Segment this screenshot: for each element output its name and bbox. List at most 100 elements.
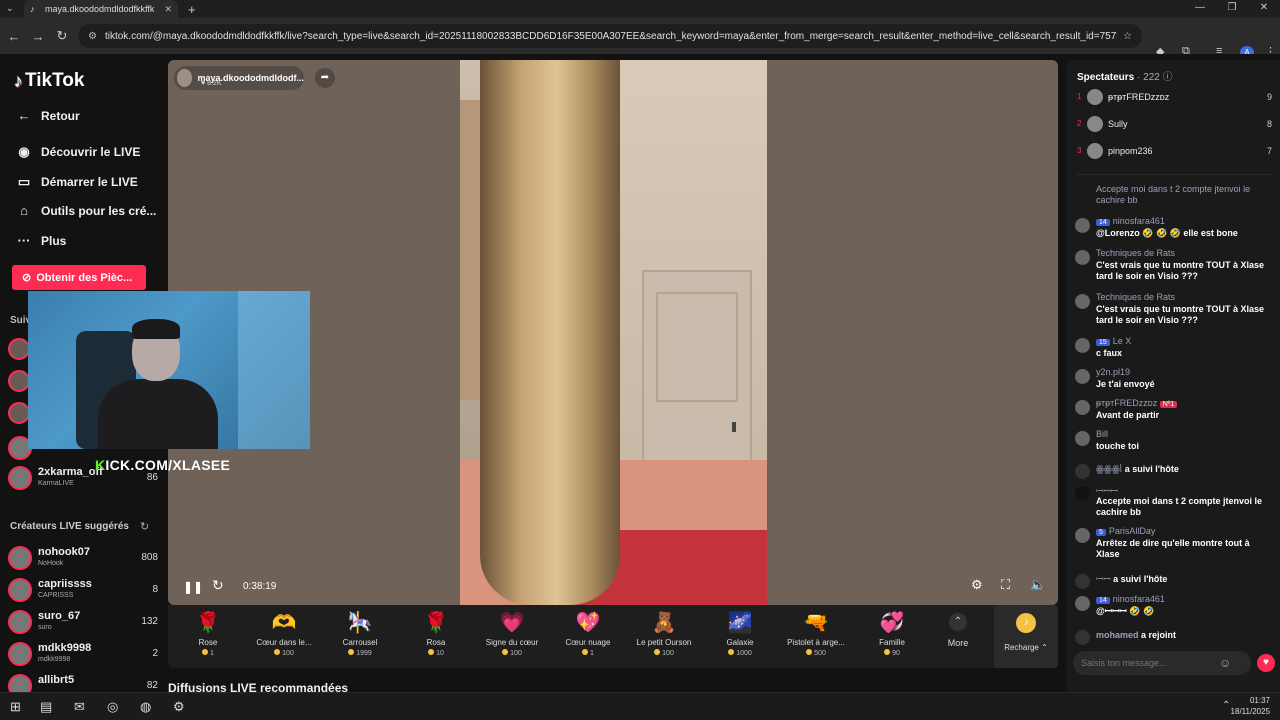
gift-name: Famille xyxy=(879,638,905,647)
rank-badge: Nº1 xyxy=(1159,401,1178,408)
following-avatar[interactable] xyxy=(8,370,30,392)
avatar[interactable] xyxy=(1075,528,1090,543)
avatar xyxy=(8,466,32,490)
coin-icon xyxy=(728,649,735,655)
camera-icon: ▭ xyxy=(17,174,31,189)
gift-item[interactable]: 🌹 Rose 1 xyxy=(170,611,246,657)
gift-item[interactable]: 💗 Signe du cœur 100 xyxy=(474,611,550,657)
outlook-icon[interactable]: ✉ xyxy=(74,699,85,715)
back-link[interactable]: ← Retour xyxy=(14,108,80,123)
gift-item[interactable]: 🎠 Carrousel 1999 xyxy=(322,611,398,657)
gift-name: Pistolet à arge... xyxy=(787,638,845,647)
info-icon[interactable]: ⓘ xyxy=(1163,72,1173,83)
username[interactable]: Techniques de Rats xyxy=(1096,292,1175,302)
nav-more[interactable]: ··· Plus xyxy=(14,233,67,248)
recharge-button[interactable]: ♪ Recharge ⌃ xyxy=(994,605,1058,668)
coin-icon xyxy=(884,649,891,655)
obs-icon[interactable]: ◍ xyxy=(140,699,151,715)
message-user[interactable]: 14 ninosfara461 xyxy=(1096,216,1165,226)
new-tab-icon[interactable]: + xyxy=(188,2,196,17)
avatar[interactable] xyxy=(1075,596,1090,611)
gift-item[interactable]: 🔫 Pistolet à arge... 500 xyxy=(778,611,854,657)
tray-chevron-icon[interactable]: ⌃ xyxy=(1222,700,1230,711)
nav-start-live[interactable]: ▭ Démarrer le LIVE xyxy=(14,174,138,190)
more-gifts-button[interactable]: ⌃ More xyxy=(943,613,973,648)
gift-item[interactable]: 🧸 Le petit Ourson 100 xyxy=(626,611,702,657)
message-user[interactable]: ᵽᴛᵽᴛFREDᴢᴢᴅᴢ Nº1 xyxy=(1096,398,1180,408)
suggested-item[interactable]: nohook07 NoHook 808 xyxy=(8,544,158,574)
message-user[interactable]: 14 ninosfara461 xyxy=(1096,594,1165,604)
avatar[interactable] xyxy=(1075,218,1090,233)
forward-icon[interactable]: → xyxy=(26,29,50,44)
avatar[interactable] xyxy=(1075,338,1090,353)
chrome-icon[interactable]: ◎ xyxy=(107,699,118,715)
gift-item[interactable]: 💞 Famille 90 xyxy=(854,611,930,657)
site-info-icon[interactable]: ⚙ xyxy=(88,31,97,42)
viewers-header[interactable]: Spectateurs · 222 ⓘ xyxy=(1077,68,1173,83)
refresh-stream-icon[interactable]: ↻ xyxy=(212,577,224,594)
back-icon[interactable]: ← xyxy=(2,29,26,44)
gift-price: 100 xyxy=(626,649,702,657)
avatar[interactable] xyxy=(1075,369,1090,384)
settings-icon[interactable]: ⚙ xyxy=(971,577,983,593)
windows-start-icon[interactable]: ⊞ xyxy=(10,699,21,715)
minimize-icon[interactable]: — xyxy=(1184,0,1216,18)
gift-name: Le petit Ourson xyxy=(636,638,692,647)
tab-search-icon[interactable]: ⌄ xyxy=(6,3,14,14)
avatar[interactable] xyxy=(1075,294,1090,309)
avatar[interactable] xyxy=(1075,431,1090,446)
username[interactable]: Bill xyxy=(1096,429,1108,439)
top-viewer-row[interactable]: 2 Sully 8 xyxy=(1077,115,1272,135)
top-viewer-row[interactable]: 3 pinpom236 7 xyxy=(1077,142,1272,162)
gift-price: 100 xyxy=(474,649,550,657)
following-avatar[interactable] xyxy=(8,402,30,424)
suggested-item[interactable]: mdkk9998 mdkk9998 2 xyxy=(8,640,158,670)
suggested-item[interactable]: allibrt5 82 xyxy=(8,672,158,692)
tiktok-logo[interactable]: ♪ TikTok xyxy=(14,70,84,92)
suggested-item[interactable]: capriissss CAPRISSS 8 xyxy=(8,576,158,606)
close-tab-icon[interactable]: ✕ xyxy=(164,4,172,15)
fullscreen-icon[interactable]: ⛶ xyxy=(1001,577,1010,593)
gift-item[interactable]: 🌌 Galaxie 1000 xyxy=(702,611,778,657)
suggested-name: allibrt5 xyxy=(38,674,75,686)
share-icon[interactable]: ➦ xyxy=(315,68,335,88)
file-explorer-icon[interactable]: ▤ xyxy=(40,699,52,715)
username[interactable]: ꟷꟷ xyxy=(1096,574,1111,584)
heart-icon[interactable]: ♥ xyxy=(1257,654,1275,672)
teddy-bear-icon: 🧸 xyxy=(651,612,677,634)
maximize-icon[interactable]: ❐ xyxy=(1216,0,1248,18)
rosa-icon: 🌹 xyxy=(423,612,449,634)
avatar[interactable] xyxy=(1075,400,1090,415)
gift-item[interactable]: 🌹 Rosa 10 xyxy=(398,611,474,657)
nav-creator-tools[interactable]: ⌂ Outils pour les cré... xyxy=(14,203,156,218)
suggested-item[interactable]: suro_67 suro 132 xyxy=(8,608,158,638)
clock[interactable]: 01:37 18/11/2025 xyxy=(1231,695,1270,717)
browser-tab[interactable]: ♪ maya.dkoododmdldodfkkffk ✕ xyxy=(24,0,178,18)
message-user[interactable]: 15 Le X xyxy=(1096,336,1131,346)
close-window-icon[interactable]: ✕ xyxy=(1248,0,1280,18)
username[interactable]: ꙮꙮꙮᥣ xyxy=(1096,464,1122,474)
avatar[interactable] xyxy=(1075,250,1090,265)
get-coins-button[interactable]: ⊘ Obtenir des Pièc... xyxy=(12,265,146,290)
message-user[interactable]: 5 ParisAllDay xyxy=(1096,526,1155,536)
gift-item[interactable]: 🫶 Cœur dans le... 100 xyxy=(246,611,322,657)
bookmark-star-icon[interactable]: ☆ xyxy=(1123,31,1132,42)
streamer-chip[interactable]: maya.dkoododmdldodf... ♥ 8.2K xyxy=(174,66,304,90)
volume-icon[interactable]: 🔈 xyxy=(1030,577,1046,593)
address-bar[interactable]: ⚙ tiktok.com/@maya.dkoododmdldodfkkffk/l… xyxy=(78,24,1142,48)
nav-discover-live[interactable]: ◉ Découvrir le LIVE xyxy=(14,144,140,160)
top-viewer-row[interactable]: 1 ᵽᴛᵽᴛFREDᴢᴢᴅᴢ 9 xyxy=(1077,88,1272,108)
username[interactable]: mohamed xyxy=(1096,630,1139,640)
username[interactable]: y2n.pl19 xyxy=(1096,367,1130,377)
username[interactable]: Techniques de Rats xyxy=(1096,248,1175,258)
settings-app-icon[interactable]: ⚙ xyxy=(173,699,185,715)
gift-item[interactable]: 💖 Cœur nuage 1 xyxy=(550,611,626,657)
chat-message: 14 ninosfara461 @Lorenzo 🤣 🤣 🤣 elle est b… xyxy=(1075,216,1270,242)
coin-icon xyxy=(274,649,281,655)
pause-icon[interactable]: ❚❚ xyxy=(183,580,203,594)
following-avatar[interactable] xyxy=(8,338,30,360)
refresh-icon[interactable]: ↻ xyxy=(140,520,149,533)
reload-icon[interactable]: ↻ xyxy=(50,28,74,44)
emoji-icon[interactable]: ☺ xyxy=(1219,656,1231,670)
avatar[interactable] xyxy=(1075,486,1090,501)
